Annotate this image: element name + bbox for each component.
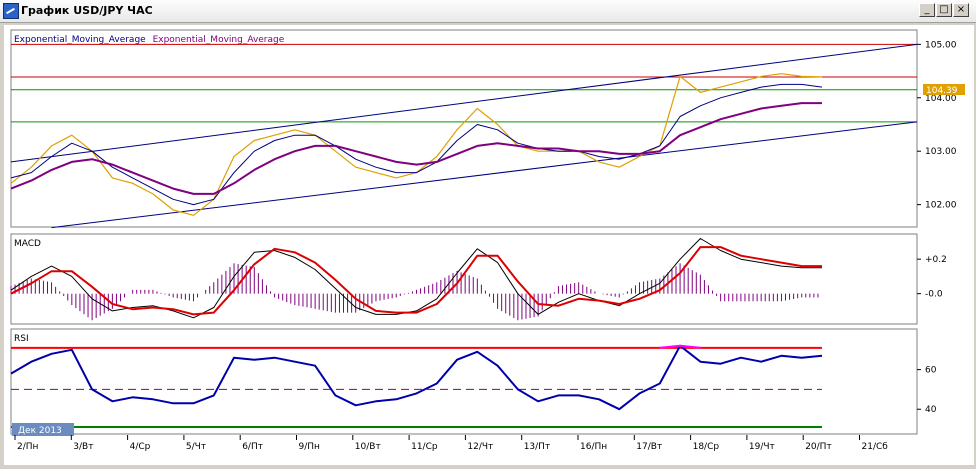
current-price-label: 104.39 [926, 86, 958, 96]
chart-svg[interactable]: Exponential_Moving_Average Exponential_M… [4, 25, 974, 465]
x-tick-label: 19/Чт [749, 442, 775, 452]
window-titlebar: График USD/JPY ЧАС _ □ × [0, 0, 976, 23]
rsi-title: RSI [14, 334, 29, 344]
price-tick-label: 103.00 [925, 147, 957, 157]
chart-app-icon [3, 3, 19, 19]
chart-area[interactable]: Exponential_Moving_Average Exponential_M… [4, 25, 974, 465]
macd-tick-label: -0.0 [925, 290, 943, 300]
price-tick-label: 105.00 [925, 40, 957, 50]
rsi-y-axis: 60 40 [917, 366, 937, 415]
x-tick-label: 21/Сб [862, 442, 889, 452]
price-tick-label: 102.00 [925, 201, 957, 211]
macd-panel-frame [10, 233, 918, 325]
period-label: Дек 2013 [18, 426, 62, 436]
macd-y-axis: +0.2 -0.0 [917, 255, 947, 300]
x-tick-label: 16/Пн [580, 442, 607, 452]
price-y-axis: 105.00104.00103.00102.00 [917, 40, 957, 211]
x-tick-label: 20/Пт [805, 442, 832, 452]
rsi-panel-frame [10, 328, 918, 435]
macd-panel[interactable]: MACD +0.2 -0.0 [10, 233, 947, 325]
x-tick-label: 18/Ср [693, 442, 720, 452]
macd-tick-label: +0.2 [925, 255, 947, 265]
legend-ema-slow: Exponential_Moving_Average [153, 35, 285, 45]
legend-ema-fast: Exponential_Moving_Average [14, 35, 146, 45]
x-tick-label: 4/Ср [130, 442, 151, 452]
rsi-tick-label: 60 [925, 366, 937, 376]
x-tick-label: 10/Вт [355, 442, 381, 452]
minimize-button[interactable]: _ [919, 3, 935, 17]
x-tick-label: 12/Чт [467, 442, 493, 452]
x-tick-label: 6/Пт [242, 442, 263, 452]
x-tick-label: 17/Вт [636, 442, 662, 452]
rsi-panel[interactable]: RSI 60 40 Дек 2013 [10, 328, 937, 436]
x-tick-label: 13/Пт [524, 442, 551, 452]
maximize-button[interactable]: □ [936, 3, 952, 17]
close-button[interactable]: × [953, 3, 969, 17]
price-panel-frame [10, 29, 918, 228]
rsi-tick-label: 40 [925, 405, 937, 415]
macd-title: MACD [14, 239, 41, 249]
x-tick-label: 11/Ср [411, 442, 438, 452]
x-tick-label: 3/Вт [73, 442, 93, 452]
price-panel[interactable]: Exponential_Moving_Average Exponential_M… [10, 29, 965, 229]
x-tick-label: 2/Пн [17, 442, 39, 452]
time-x-axis: 2/Пн 3/Вт 4/Ср 5/Чт 6/Пт 9/Пн 10/Вт 11/Ср 12/Чт 1… [14, 435, 889, 452]
window-title: График USD/JPY ЧАС [21, 4, 153, 17]
x-tick-label: 9/Пн [299, 442, 321, 452]
x-tick-label: 5/Чт [186, 442, 206, 452]
